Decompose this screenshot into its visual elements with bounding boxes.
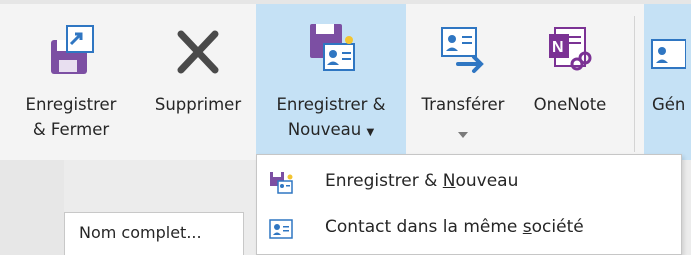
onenote-icon: N [549,27,592,71]
svg-text:N: N [552,39,564,56]
chevron-down-icon [458,132,468,138]
general-button[interactable]: Gén [644,4,691,160]
delete-x-icon [177,30,219,74]
full-name-button[interactable]: Nom complet... [64,212,244,255]
general-label: Gén [652,95,686,114]
menu-item-save-new-label: Enregistrer & Nouveau [325,171,519,191]
menu-item-contact-same-company[interactable]: Contact dans la même société [257,207,681,251]
save-new-small-icon [270,172,293,194]
contact-card-small-icon [269,219,293,239]
save-new-label: Enregistrer & Nouveau ▼ [276,95,386,139]
menu-item-contact-same-company-label: Contact dans la même société [325,217,584,237]
onenote-label: OneNote [533,95,607,114]
form-left-gutter [0,160,64,255]
save-new-button[interactable]: Enregistrer & Nouveau ▼ [256,4,406,160]
forward-label: Transférer [421,95,505,114]
forward-contact-icon [441,27,484,73]
ribbon-group-divider [634,16,635,152]
contact-card-icon [651,39,686,69]
save-close-label: Enregistrer & Fermer [25,95,117,139]
forward-button[interactable]: Transférer [406,4,520,160]
save-close-button[interactable]: Enregistrer & Fermer [0,4,142,160]
ribbon: Enregistrer & Fermer Supprimer Enregistr… [0,0,691,160]
menu-item-save-new[interactable]: Enregistrer & Nouveau [257,161,681,205]
save-new-dropdown-menu: Enregistrer & Nouveau Contact dans la mê… [256,154,682,255]
full-name-label: Nom complet... [79,223,202,242]
save-new-contact-icon [310,24,355,71]
delete-button[interactable]: Supprimer [142,4,254,160]
chevron-down-icon: ▼ [366,127,375,138]
save-close-icon [51,25,94,74]
delete-label: Supprimer [154,95,242,114]
onenote-button[interactable]: N OneNote [520,4,620,160]
